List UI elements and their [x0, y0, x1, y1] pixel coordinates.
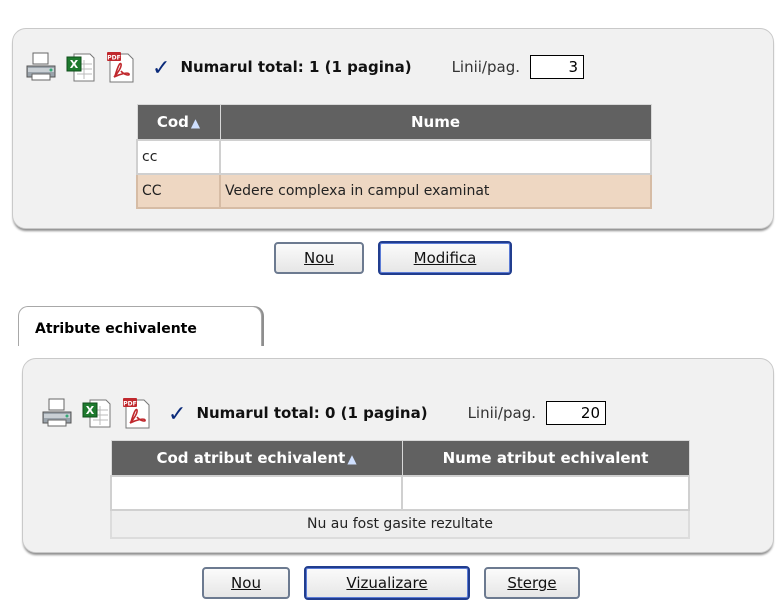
new-button[interactable]: Nou: [202, 567, 290, 599]
view-button-label: Vizualizare: [346, 574, 428, 592]
results-table-equivalent: Cod atribut echivalent ▲ Nume atribut ech…: [110, 440, 690, 539]
column-header-nume[interactable]: Nume: [219, 104, 652, 141]
sort-asc-icon[interactable]: ▲: [347, 452, 356, 466]
excel-icon[interactable]: X: [64, 50, 98, 84]
modify-button[interactable]: Modifica: [378, 241, 512, 275]
column-header-cod-atribut[interactable]: Cod atribut echivalent ▲: [110, 440, 403, 477]
sort-asc-icon[interactable]: ▲: [191, 116, 200, 130]
table-row[interactable]: cc: [136, 139, 652, 175]
new-button-label: Nou: [231, 574, 261, 592]
checkmark-icon[interactable]: ✓: [168, 404, 186, 426]
svg-text:PDF: PDF: [107, 55, 120, 62]
modify-button-label: Modifica: [413, 249, 477, 267]
delete-button[interactable]: Sterge: [484, 567, 580, 599]
pdf-icon[interactable]: PDF: [104, 50, 138, 84]
cell-cod: cc: [136, 139, 221, 175]
svg-text:X: X: [86, 404, 95, 417]
svg-text:PDF: PDF: [123, 401, 136, 408]
no-results-message: Nu au fost gasite rezultate: [110, 509, 690, 539]
column-header-nume-atribut[interactable]: Nume atribut echivalent: [401, 440, 690, 477]
results-table-main: Cod ▲ Nume cc CC Vedere complexa in campu…: [136, 104, 652, 209]
cell-cod-atribut: [110, 475, 403, 511]
lines-per-page-input[interactable]: 20: [546, 401, 606, 425]
lines-per-page-label: Linii/pag.: [467, 404, 536, 422]
delete-button-label: Sterge: [507, 574, 557, 592]
cell-nume: [219, 139, 652, 175]
tab-atribute-echivalente[interactable]: Atribute echivalente: [18, 306, 262, 346]
cell-nume: Vedere complexa in campul examinat: [219, 173, 652, 209]
printer-icon[interactable]: [40, 396, 74, 430]
new-button-label: Nou: [304, 249, 334, 267]
pdf-icon[interactable]: PDF: [120, 396, 154, 430]
grid-toolbar-equivalent: X PDF ✓ Numarul total: 0 (1 pagina) Lini…: [40, 396, 606, 430]
table-row[interactable]: [110, 475, 690, 511]
cell-cod: CC: [136, 173, 221, 209]
lines-per-page-label: Linii/pag.: [451, 58, 520, 76]
table-row-selected[interactable]: CC Vedere complexa in campul examinat: [136, 173, 652, 209]
view-button[interactable]: Vizualizare: [304, 566, 470, 600]
grid-toolbar-main: X PDF ✓ Numarul total: 1 (1 pagina) Lini…: [24, 50, 584, 84]
new-button[interactable]: Nou: [274, 242, 364, 274]
total-count-text: Numarul total: 1 (1 pagina): [180, 58, 412, 76]
checkmark-icon[interactable]: ✓: [152, 58, 170, 80]
cell-nume-atribut: [401, 475, 690, 511]
excel-icon[interactable]: X: [80, 396, 114, 430]
total-count-text: Numarul total: 0 (1 pagina): [196, 404, 428, 422]
printer-icon[interactable]: [24, 50, 58, 84]
column-header-cod[interactable]: Cod ▲: [136, 104, 221, 141]
lines-per-page-input[interactable]: 3: [530, 55, 584, 79]
svg-text:X: X: [70, 58, 79, 71]
